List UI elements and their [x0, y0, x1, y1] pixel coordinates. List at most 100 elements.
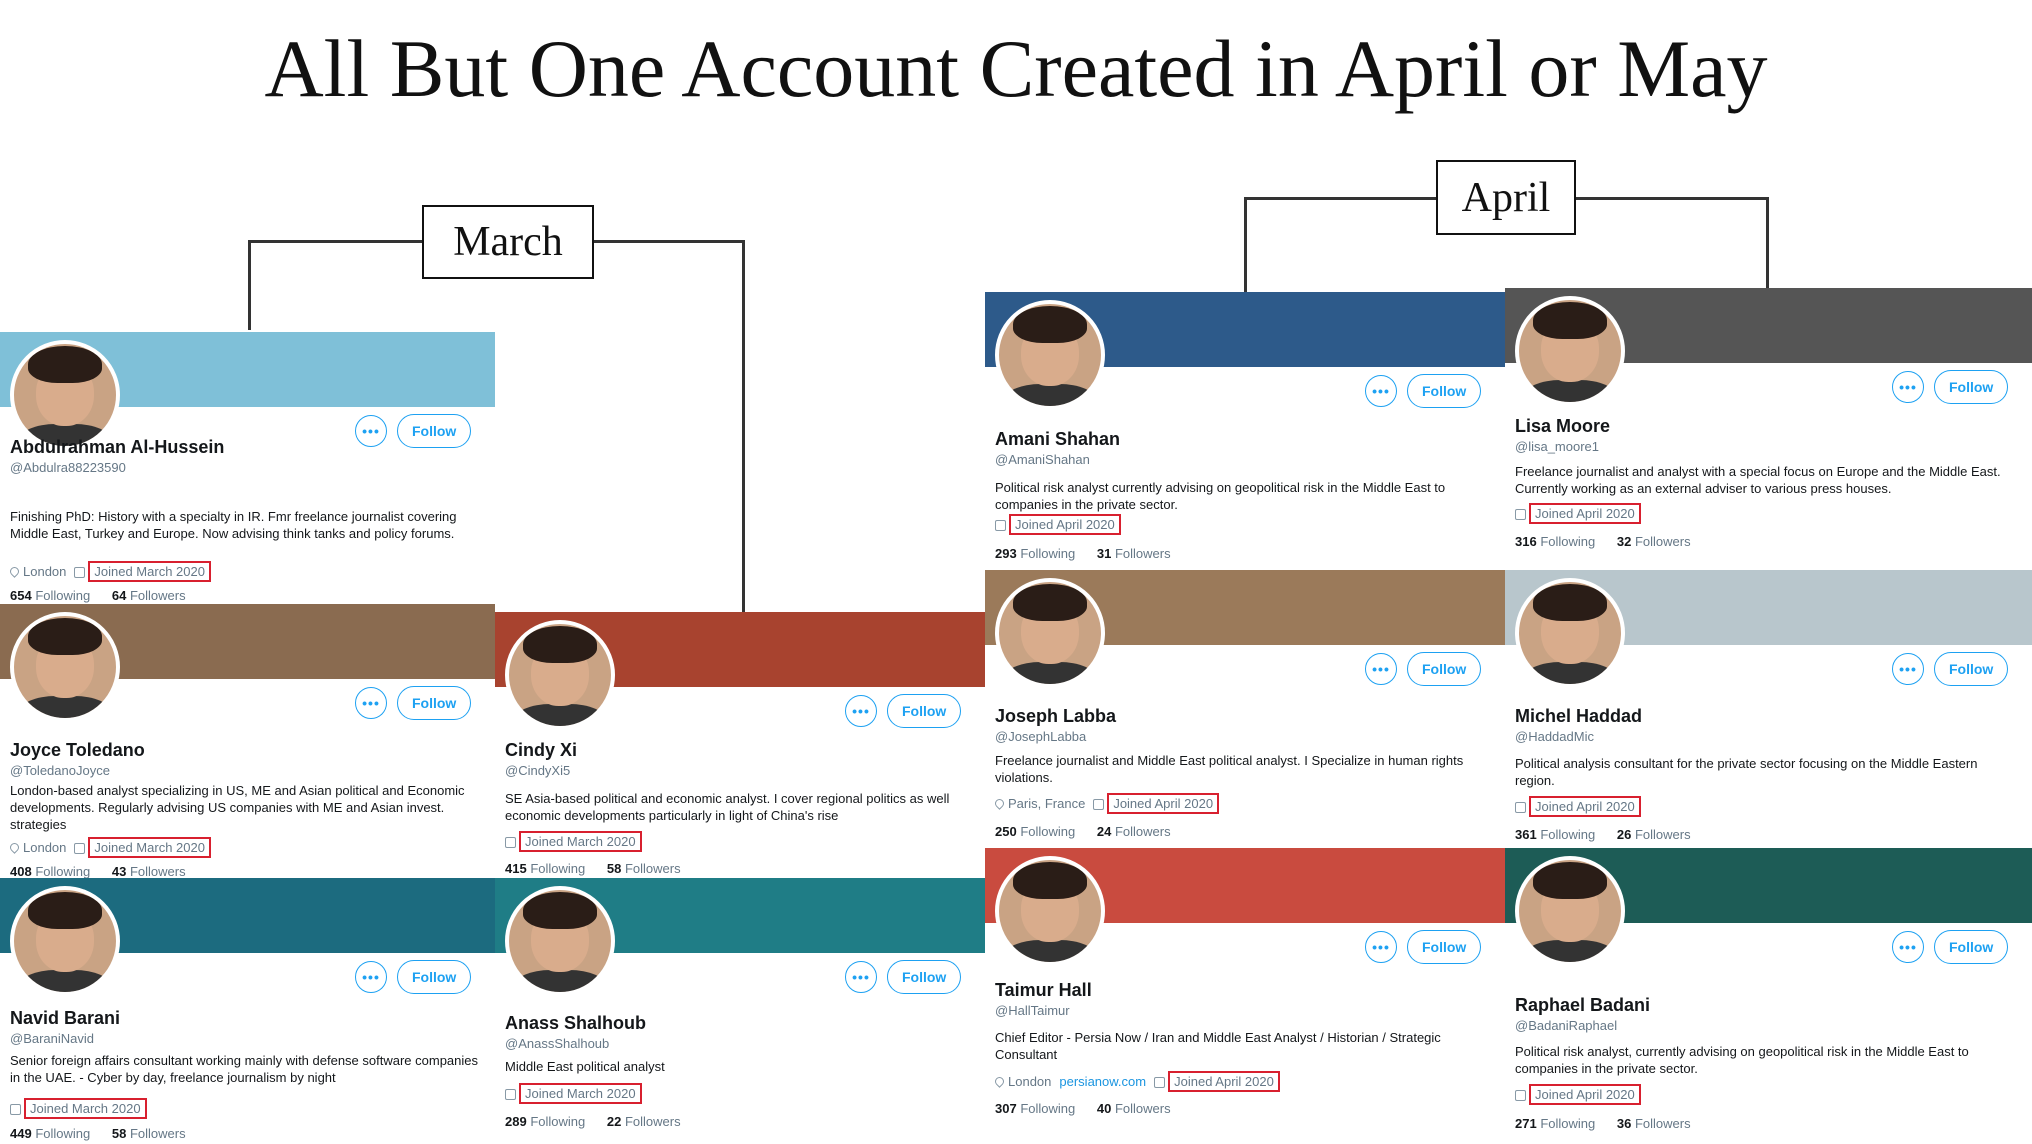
joined-highlight: Joined April 2020 [1529, 503, 1641, 524]
profile-name[interactable]: Raphael Badani [1515, 995, 1650, 1016]
avatar[interactable] [10, 340, 120, 450]
profile-name[interactable]: Anass Shalhoub [505, 1013, 646, 1034]
followers-count[interactable]: 58 Followers [607, 861, 681, 876]
calendar-icon [995, 520, 1006, 532]
profile-name[interactable]: Joyce Toledano [10, 740, 145, 761]
more-options-button[interactable]: ••• [1365, 375, 1397, 407]
profile-name[interactable]: Taimur Hall [995, 980, 1092, 1001]
profile-stats: 408 Following 43 Followers [10, 864, 186, 878]
joined-highlight: Joined April 2020 [1009, 514, 1121, 535]
location-pin-icon [993, 797, 1006, 810]
more-options-button[interactable]: ••• [1892, 371, 1924, 403]
following-count[interactable]: 293 Following [995, 546, 1075, 561]
calendar-icon [1515, 509, 1526, 521]
more-options-button[interactable]: ••• [1365, 931, 1397, 963]
follow-button[interactable]: Follow [1407, 930, 1482, 964]
profile-handle: @CindyXi5 [505, 763, 571, 778]
profile-bio: Political risk analyst currently advisin… [995, 480, 1446, 512]
joined-highlight: Joined March 2020 [88, 837, 211, 858]
follow-button[interactable]: Follow [887, 960, 962, 994]
profile-stats: 289 Following 22 Followers [505, 1114, 681, 1129]
calendar-icon [1093, 799, 1105, 811]
profile-name[interactable]: Navid Barani [10, 1008, 120, 1029]
follow-button[interactable]: Follow [397, 686, 472, 720]
followers-count[interactable]: 36 Followers [1617, 1116, 1691, 1131]
followers-count[interactable]: 26 Followers [1617, 827, 1691, 842]
following-count[interactable]: 654 Following [10, 588, 90, 603]
joined-date: Joined March 2020 [10, 1098, 147, 1119]
followers-count[interactable]: 40 Followers [1097, 1101, 1171, 1116]
following-count[interactable]: 415 Following [505, 861, 585, 876]
following-count[interactable]: 408 Following [10, 864, 90, 878]
avatar[interactable] [1515, 296, 1625, 406]
follow-button[interactable]: Follow [1934, 370, 2009, 404]
more-options-button[interactable]: ••• [355, 687, 387, 719]
more-options-button[interactable]: ••• [1892, 931, 1924, 963]
followers-count[interactable]: 43 Followers [112, 864, 186, 878]
avatar[interactable] [1515, 856, 1625, 966]
following-count[interactable]: 361 Following [1515, 827, 1595, 842]
avatar[interactable] [10, 612, 120, 722]
more-options-button[interactable]: ••• [1365, 653, 1397, 685]
profile-bio: Senior foreign affairs consultant workin… [10, 1053, 478, 1085]
avatar[interactable] [995, 856, 1105, 966]
more-options-button[interactable]: ••• [845, 961, 877, 993]
joined-date: Joined April 2020 [1515, 796, 1641, 817]
following-count[interactable]: 289 Following [505, 1114, 585, 1129]
following-count[interactable]: 271 Following [1515, 1116, 1595, 1131]
avatar[interactable] [10, 886, 120, 996]
follow-button[interactable]: Follow [397, 960, 472, 994]
follow-button[interactable]: Follow [1934, 930, 2009, 964]
more-options-button[interactable]: ••• [355, 415, 387, 447]
profile-stats: 361 Following 26 Followers [1515, 827, 1691, 842]
follow-button[interactable]: Follow [887, 694, 962, 728]
followers-count[interactable]: 64 Followers [112, 588, 186, 603]
followers-count[interactable]: 24 Followers [1097, 824, 1171, 839]
profile-name[interactable]: Abdulrahman Al-Hussein [10, 437, 224, 458]
avatar[interactable] [995, 300, 1105, 410]
follow-button[interactable]: Follow [397, 414, 472, 448]
followers-count[interactable]: 32 Followers [1617, 534, 1691, 549]
profile-meta: London persianow.com Joined April 2020 [993, 1071, 1280, 1092]
profile-bio: Political analysis consultant for the pr… [1515, 756, 1978, 788]
profile-name[interactable]: Amani Shahan [995, 429, 1120, 450]
group-label-april: April [1436, 160, 1576, 235]
profile-stats: 271 Following 36 Followers [1515, 1116, 1691, 1131]
follow-button[interactable]: Follow [1407, 652, 1482, 686]
location-pin-icon [8, 565, 21, 578]
following-count[interactable]: 449 Following [10, 1126, 90, 1141]
more-options-button[interactable]: ••• [1892, 653, 1924, 685]
profile-name[interactable]: Michel Haddad [1515, 706, 1642, 727]
followers-count[interactable]: 22 Followers [607, 1114, 681, 1129]
joined-highlight: Joined April 2020 [1529, 796, 1641, 817]
following-count[interactable]: 307 Following [995, 1101, 1075, 1116]
profile-name[interactable]: Lisa Moore [1515, 416, 1610, 437]
avatar[interactable] [505, 620, 615, 730]
profile-link[interactable]: persianow.com [1059, 1074, 1146, 1089]
joined-date: Joined April 2020 [1515, 503, 1641, 524]
profile-name[interactable]: Cindy Xi [505, 740, 577, 761]
avatar[interactable] [1515, 578, 1625, 688]
more-options-button[interactable]: ••• [355, 961, 387, 993]
profile-name[interactable]: Joseph Labba [995, 706, 1116, 727]
follow-button[interactable]: Follow [1934, 652, 2009, 686]
location: Paris, France [993, 796, 1085, 811]
followers-count[interactable]: 58 Followers [112, 1126, 186, 1141]
profile-handle: @BaraniNavid [10, 1031, 95, 1046]
joined-highlight: Joined March 2020 [519, 1083, 642, 1104]
avatar[interactable] [505, 886, 615, 996]
avatar[interactable] [995, 578, 1105, 688]
profile-handle: @HallTaimur [995, 1003, 1070, 1018]
more-options-button[interactable]: ••• [845, 695, 877, 727]
follow-button[interactable]: Follow [1407, 374, 1482, 408]
profile-stats: 293 Following 31 Followers [995, 546, 1171, 561]
following-count[interactable]: 316 Following [1515, 534, 1595, 549]
profile-card: ••• Follow Navid Barani @BaraniNavid Sen… [0, 878, 495, 1144]
calendar-icon [505, 837, 516, 849]
profile-card: ••• Follow Abdulrahman Al-Hussein @Abdul… [0, 332, 495, 604]
following-count[interactable]: 250 Following [995, 824, 1075, 839]
profile-bio: SE Asia-based political and economic ana… [505, 791, 950, 823]
profile-bio: Finishing PhD: History with a specialty … [10, 509, 457, 541]
profile-card: ••• Follow Raphael Badani @BadaniRaphael… [1505, 848, 2032, 1144]
followers-count[interactable]: 31 Followers [1097, 546, 1171, 561]
